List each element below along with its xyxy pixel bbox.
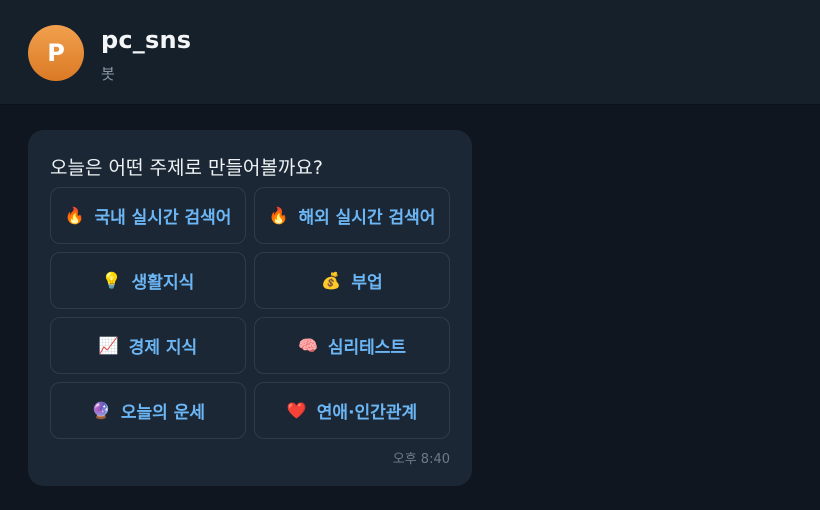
button-label: 심리테스트: [327, 338, 407, 358]
button-fortune[interactable]: 🔮 오늘의 운세: [50, 382, 246, 439]
avatar[interactable]: P: [28, 25, 84, 81]
chat-header: P pc_sns 봇: [0, 0, 820, 105]
message-timestamp: 오후 8:40: [392, 452, 450, 467]
button-economy[interactable]: 📈 경제 지식: [50, 317, 246, 374]
chat-title: pc_sns: [101, 26, 192, 54]
button-label: 경제 지식: [128, 338, 198, 358]
fire-icon: 🔥: [268, 205, 289, 225]
heart-icon: ❤️: [286, 400, 307, 420]
lightbulb-icon: 💡: [101, 270, 122, 290]
button-life-knowledge[interactable]: 💡 생활지식: [50, 252, 246, 309]
button-psych-test[interactable]: 🧠 심리테스트: [254, 317, 450, 374]
button-label: 생활지식: [131, 273, 195, 293]
button-domestic-trends[interactable]: 🔥 국내 실시간 검색어: [50, 187, 246, 244]
bot-label: 봇: [101, 65, 115, 83]
crystal-ball-icon: 🔮: [90, 400, 111, 420]
button-label: 해외 실시간 검색어: [298, 208, 436, 228]
button-label: 오늘의 운세: [120, 403, 206, 423]
button-relationships[interactable]: ❤️ 연애·인간관계: [254, 382, 450, 439]
button-label: 국내 실시간 검색어: [94, 208, 232, 228]
message-text: 오늘은 어떤 주제로 만들어볼까요?: [50, 157, 323, 179]
message-bubble: 오늘은 어떤 주제로 만들어볼까요? 🔥 국내 실시간 검색어 🔥 해외 실시간…: [28, 130, 472, 486]
brain-icon: 🧠: [297, 335, 318, 355]
button-label: 연애·인간관계: [316, 403, 418, 423]
button-label: 부업: [351, 273, 383, 293]
button-global-trends[interactable]: 🔥 해외 실시간 검색어: [254, 187, 450, 244]
money-bag-icon: 💰: [321, 270, 342, 290]
button-side-job[interactable]: 💰 부업: [254, 252, 450, 309]
chart-increasing-icon: 📈: [98, 335, 119, 355]
fire-icon: 🔥: [64, 205, 85, 225]
